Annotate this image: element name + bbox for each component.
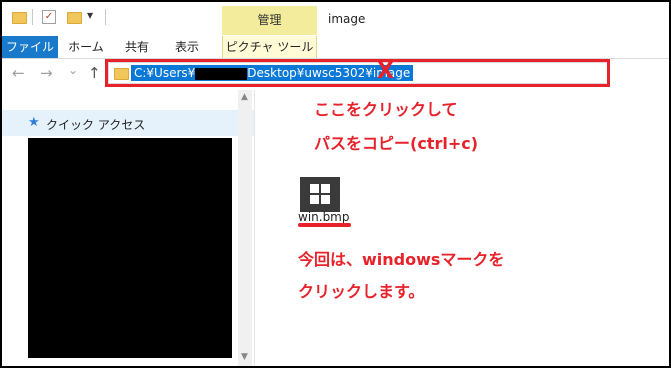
explorer-window: ✓ ▾ 管理 image ファイル ホーム 共有 表示 ピクチャ ツール ← →…: [2, 2, 669, 366]
recent-locations-icon[interactable]: ⌄: [68, 62, 78, 78]
quick-access-dropdown-icon[interactable]: ▾: [87, 8, 93, 22]
tab-view[interactable]: 表示: [168, 36, 206, 58]
quick-access-label: クイック アクセス: [46, 118, 146, 132]
file-name-underline: [298, 223, 351, 227]
address-highlight-box: [105, 59, 610, 87]
tab-picture-tools[interactable]: ピクチャ ツール: [222, 36, 317, 58]
folder-icon[interactable]: [12, 12, 27, 24]
manage-tab[interactable]: 管理: [222, 6, 317, 35]
windows-logo-icon: [310, 184, 330, 204]
annotation-line-2: パスをコピー(ctrl+c): [314, 134, 479, 153]
ribbon-tabs: ファイル ホーム 共有 表示 ピクチャ ツール: [2, 36, 669, 59]
back-arrow-icon[interactable]: ←: [12, 65, 25, 81]
left-pane-scrollbar[interactable]: ▲ ▼: [238, 90, 252, 366]
scroll-down-icon[interactable]: ▼: [241, 352, 248, 362]
file-name[interactable]: win.bmp: [298, 210, 350, 224]
window-title: image: [328, 12, 366, 26]
forward-arrow-icon[interactable]: →: [40, 65, 53, 81]
checklist-icon[interactable]: ✓: [42, 10, 56, 24]
redacted-nav-tree: [28, 138, 232, 358]
quick-access-row[interactable]: ★ クイック アクセス: [2, 110, 254, 136]
up-arrow-icon[interactable]: ↑: [88, 65, 101, 81]
title-separator-2: [105, 9, 106, 25]
star-icon: ★: [28, 115, 40, 130]
new-folder-icon[interactable]: [67, 12, 82, 24]
scroll-up-icon[interactable]: ▲: [241, 92, 248, 102]
tab-home[interactable]: ホーム: [64, 36, 108, 58]
annotation-line-3: 今回は、windowsマークを: [298, 250, 505, 269]
title-separator: [32, 9, 33, 25]
tab-file[interactable]: ファイル: [2, 36, 58, 58]
annotation-line-4: クリックします。: [298, 282, 425, 301]
annotation-line-1: ここをクリックして: [314, 100, 458, 119]
tab-share[interactable]: 共有: [118, 36, 156, 58]
pane-divider: [254, 90, 255, 366]
file-thumbnail[interactable]: [300, 177, 340, 212]
